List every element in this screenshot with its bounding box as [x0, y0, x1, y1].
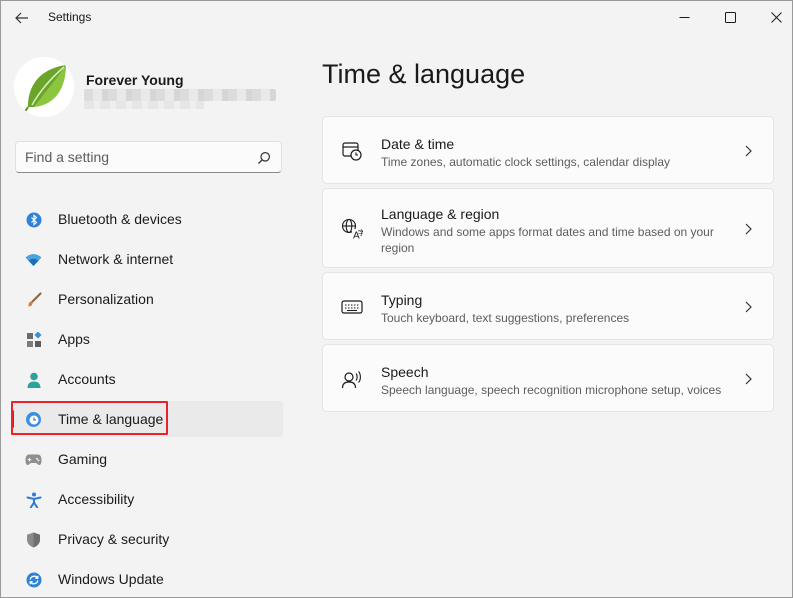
sidebar-item-privacy-security[interactable]: Privacy & security [11, 521, 283, 557]
card-title: Typing [381, 292, 423, 308]
update-icon [25, 571, 42, 588]
sidebar-item-label: Privacy & security [58, 531, 170, 547]
search-box[interactable] [15, 141, 282, 173]
back-arrow-icon [15, 12, 28, 24]
card-description: Touch keyboard, text suggestions, prefer… [381, 311, 630, 325]
card-title: Date & time [381, 136, 455, 152]
sidebar-item-accounts[interactable]: Accounts [11, 361, 283, 397]
card-language-region[interactable]: A字 Language & region Windows and some ap… [322, 188, 774, 268]
bluetooth-icon [25, 211, 42, 228]
sidebar-item-bluetooth-devices[interactable]: Bluetooth & devices [11, 201, 283, 237]
search-icon [258, 152, 270, 164]
card-title: Language & region [381, 206, 500, 222]
card-typing[interactable]: Typing Touch keyboard, text suggestions,… [322, 272, 774, 340]
settings-cards: Date & time Time zones, automatic clock … [322, 116, 774, 416]
gamepad-icon [25, 451, 42, 468]
close-button[interactable] [753, 1, 792, 33]
person-icon [25, 371, 42, 388]
card-date-time[interactable]: Date & time Time zones, automatic clock … [322, 116, 774, 184]
avatar[interactable] [14, 57, 74, 117]
app-title: Settings [48, 10, 92, 24]
user-email-redacted-line [84, 101, 204, 109]
card-speech[interactable]: Speech Speech language, speech recogniti… [322, 344, 774, 412]
speech-icon [341, 368, 363, 390]
user-email-redacted [84, 89, 276, 101]
sidebar-item-apps[interactable]: Apps [11, 321, 283, 357]
svg-text:字: 字 [358, 228, 363, 237]
back-button[interactable] [11, 9, 33, 27]
title-bar: Settings [1, 1, 792, 33]
sidebar-item-label: Bluetooth & devices [58, 211, 182, 227]
minimize-icon [679, 16, 689, 18]
chevron-right-icon [743, 301, 753, 313]
sidebar-item-label: Gaming [58, 451, 108, 467]
keyboard-icon [341, 296, 363, 318]
shield-icon [25, 531, 42, 548]
chevron-right-icon [743, 145, 753, 157]
search-input[interactable] [16, 142, 281, 172]
accessibility-icon [25, 491, 42, 508]
sidebar-item-personalization[interactable]: Personalization [11, 281, 283, 317]
user-name: Forever Young [86, 72, 184, 88]
sidebar-item-label: Windows Update [58, 571, 164, 587]
card-title: Speech [381, 364, 429, 380]
sidebar-item-network-internet[interactable]: Network & internet [11, 241, 283, 277]
maximize-icon [724, 11, 736, 23]
brush-icon [25, 291, 42, 308]
sidebar-item-label: Accounts [58, 371, 116, 387]
calendar-clock-icon [341, 140, 363, 162]
sidebar-item-label: Network & internet [58, 251, 174, 267]
sidebar-item-windows-update[interactable]: Windows Update [11, 561, 283, 597]
sidebar-item-label: Personalization [58, 291, 154, 307]
language-icon: A字 [341, 218, 363, 240]
annotation-highlight-box [11, 401, 168, 435]
sidebar-item-accessibility[interactable]: Accessibility [11, 481, 283, 517]
apps-icon [25, 331, 42, 348]
wifi-icon [25, 251, 42, 268]
settings-window: Settings Forever Young Find a setting Bl… [0, 0, 793, 598]
sidebar-nav: Bluetooth & devices Network & internet P… [11, 201, 283, 597]
sidebar-item-gaming[interactable]: Gaming [11, 441, 283, 477]
card-description: Speech language, speech recognition micr… [381, 383, 722, 397]
chevron-right-icon [743, 373, 753, 385]
sidebar-item-label: Accessibility [58, 491, 135, 507]
sidebar-item-label: Apps [58, 331, 90, 347]
card-description: Time zones, automatic clock settings, ca… [381, 155, 671, 169]
maximize-button[interactable] [707, 1, 753, 33]
sidebar-item-time-language[interactable]: Time & language [11, 401, 283, 437]
card-description: Windows and some apps format dates and t… [381, 225, 714, 255]
minimize-button[interactable] [661, 1, 707, 33]
leaf-avatar-icon [14, 57, 74, 117]
page-title: Time & language [322, 59, 526, 89]
chevron-right-icon [743, 223, 753, 235]
close-icon [770, 11, 782, 23]
